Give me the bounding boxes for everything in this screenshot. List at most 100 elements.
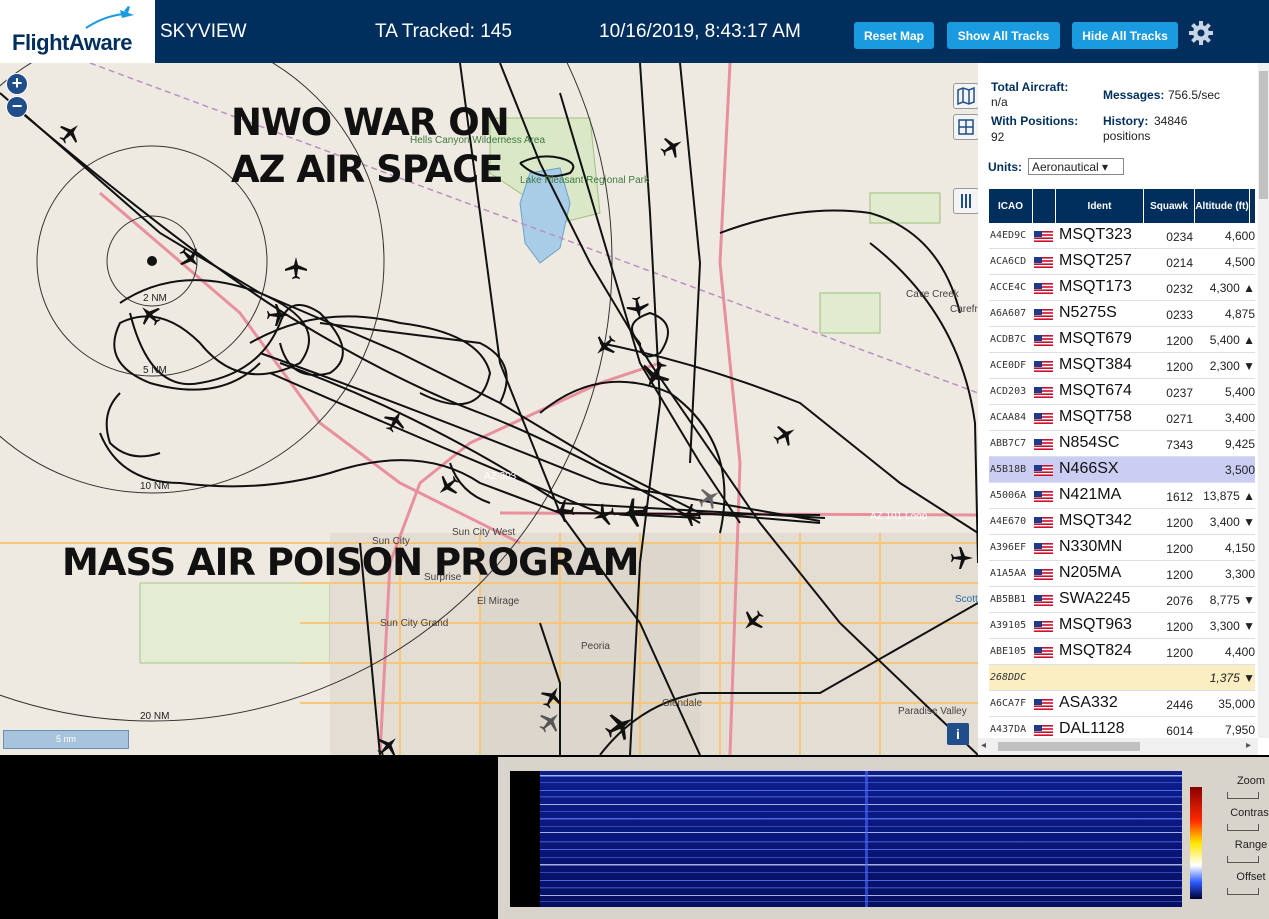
units-label: Units: (988, 160, 1022, 174)
icao-cell: ABE105 (990, 646, 1027, 657)
waterfall-spectrum[interactable] (510, 771, 1202, 907)
grid-toggle-button[interactable] (953, 114, 978, 140)
column-header-squawk[interactable]: Squawk (1144, 189, 1195, 223)
altitude-cell: 4,400 (1224, 645, 1255, 659)
table-row[interactable]: A396EF N330MN 1200 4,150 (989, 535, 1255, 561)
squawk-cell: 1200 (1166, 542, 1193, 556)
with-positions-label: With Positions: (991, 114, 1079, 128)
range-slider[interactable] (1227, 856, 1259, 863)
us-flag-icon (1034, 257, 1053, 268)
overlay-text-line3: MASS AIR POISON PROGRAM (62, 541, 639, 584)
with-positions-value: 92 (991, 130, 1005, 144)
place-label: El Mirage (477, 596, 520, 607)
column-header-flag[interactable] (1033, 189, 1056, 223)
altitude-cell: 35,000 (1218, 697, 1255, 711)
place-label: AZ 303 (484, 471, 517, 482)
panel-horizontal-scrollbar[interactable]: ◂ ▸ (978, 738, 1258, 755)
icao-cell: A4E670 (990, 516, 1027, 527)
altitude-cell: 13,875 ▲ (1203, 489, 1255, 503)
overlay-text-line2: AZ AIR SPACE (231, 148, 504, 191)
ident-cell: N421MA (1059, 486, 1122, 503)
column-header-ident[interactable]: Ident (1056, 189, 1144, 223)
ident-cell: MSQT679 (1059, 330, 1132, 347)
contrast-slider[interactable] (1227, 824, 1259, 831)
table-row[interactable]: ABB7C7 N854SC 7343 9,425 (989, 431, 1255, 457)
zoom-in-button[interactable]: + (6, 73, 28, 95)
scroll-left-arrow-icon[interactable]: ◂ (981, 740, 986, 751)
icao-cell: ACDB7C (990, 334, 1027, 345)
map-layer-button[interactable] (953, 83, 978, 109)
icao-cell: A39105 (990, 620, 1027, 631)
squawk-cell: 1200 (1166, 568, 1193, 582)
table-row[interactable]: A6CA7F ASA332 2446 35,000 (989, 691, 1255, 717)
horizontal-scroll-thumb[interactable] (998, 742, 1140, 751)
table-row[interactable]: A5B18B N466SX 3,500 (989, 457, 1255, 483)
table-row[interactable]: ACDB7C MSQT679 1200 5,400 ▲ (989, 327, 1255, 353)
contrast-label: Contrast (1230, 807, 1269, 819)
zoom-out-button[interactable]: − (6, 96, 28, 118)
ident-cell: N205MA (1059, 564, 1122, 581)
table-row[interactable]: A6A607 N5275S 0233 4,875 (989, 301, 1255, 327)
table-row[interactable]: ACAA84 MSQT758 0271 3,400 (989, 405, 1255, 431)
icao-cell: A4ED9C (990, 230, 1027, 241)
table-row[interactable]: A4ED9C MSQT323 0234 4,600 (989, 223, 1255, 249)
altitude-cell: 3,400 (1224, 411, 1255, 425)
table-row[interactable]: ABE105 MSQT824 1200 4,400 (989, 639, 1255, 665)
scroll-right-arrow-icon[interactable]: ▸ (1246, 740, 1251, 751)
units-select[interactable]: Aeronautical ▾ (1028, 158, 1124, 175)
aircraft-panel: Total Aircraft: n/a Messages: 756.5/sec … (978, 63, 1269, 755)
table-header: ICAO Ident Squawk Altitude (ft) (989, 189, 1255, 223)
column-header-icao[interactable]: ICAO (989, 189, 1033, 223)
altitude-cell: 4,875 (1224, 307, 1255, 321)
ident-cell: SWA2245 (1059, 590, 1131, 607)
icao-cell: ACE0DF (990, 360, 1027, 371)
ident-cell: MSQT342 (1059, 512, 1132, 529)
icao-cell: A1A5AA (990, 568, 1027, 579)
squawk-cell: 2446 (1166, 698, 1193, 712)
logo-text: FlightAware (12, 30, 133, 55)
table-row[interactable]: A1A5AA N205MA 1200 3,300 (989, 561, 1255, 587)
us-flag-icon (1034, 725, 1053, 736)
us-flag-icon (1034, 647, 1053, 658)
table-body: A4ED9C MSQT323 0234 4,600 ACA6CD MSQT257 0214 4… (989, 223, 1255, 755)
us-flag-icon (1034, 569, 1053, 580)
us-flag-icon (1034, 231, 1053, 242)
hide-all-tracks-button[interactable]: Hide All Tracks (1072, 22, 1178, 49)
table-row[interactable]: 268DDC 1,375 ▼ (989, 665, 1255, 691)
ident-cell: MSQT257 (1059, 252, 1132, 269)
zoom-slider[interactable] (1227, 792, 1259, 799)
place-label: Peoria (581, 641, 610, 652)
show-all-tracks-button[interactable]: Show All Tracks (947, 22, 1060, 49)
flightaware-logo[interactable]: FlightAware (0, 0, 155, 63)
table-row[interactable]: ACCE4C MSQT173 0232 4,300 ▲ (989, 275, 1255, 301)
squawk-cell: 1612 (1166, 490, 1193, 504)
column-header-altitude[interactable]: Altitude (ft) (1195, 189, 1250, 223)
squawk-cell: 6014 (1166, 724, 1193, 738)
table-row[interactable]: ACD203 MSQT674 0237 5,400 (989, 379, 1255, 405)
map-view[interactable]: 2 NM 5 NM 10 NM 20 NM Lake Pleasant Regi… (0, 63, 978, 755)
table-row[interactable]: A4E670 MSQT342 1200 3,400 ▼ (989, 509, 1255, 535)
reset-map-button[interactable]: Reset Map (854, 22, 934, 49)
icao-cell: A6A607 (990, 308, 1027, 319)
info-button[interactable]: i (947, 723, 969, 745)
zoom-label: Zoom (1236, 775, 1266, 787)
place-label: Cave Creek (906, 289, 960, 300)
table-row[interactable]: ACE0DF MSQT384 1200 2,300 ▼ (989, 353, 1255, 379)
squawk-cell: 0234 (1166, 230, 1193, 244)
table-row[interactable]: A39105 MSQT963 1200 3,300 ▼ (989, 613, 1255, 639)
ident-cell: MSQT384 (1059, 356, 1132, 373)
vertical-scroll-thumb[interactable] (1259, 71, 1268, 199)
panel-vertical-scrollbar[interactable] (1258, 63, 1269, 738)
squawk-cell: 0271 (1166, 412, 1193, 426)
ring-label-10nm: 10 NM (140, 481, 169, 492)
table-row[interactable]: AB5BB1 SWA2245 2076 8,775 ▼ (989, 587, 1255, 613)
app-name: SKYVIEW (160, 21, 247, 42)
color-scale-bar (1190, 787, 1202, 899)
gear-icon[interactable] (1187, 19, 1215, 47)
table-row[interactable]: ACA6CD MSQT257 0214 4,500 (989, 249, 1255, 275)
offset-slider[interactable] (1227, 888, 1259, 895)
overlay-text-line1: NWO WAR ON (231, 101, 510, 144)
column-toggle-button[interactable] (953, 188, 978, 214)
table-row[interactable]: A5006A N421MA 1612 13,875 ▲ (989, 483, 1255, 509)
spectrum-panel: Zoom Contrast Range Offset (498, 757, 1269, 919)
